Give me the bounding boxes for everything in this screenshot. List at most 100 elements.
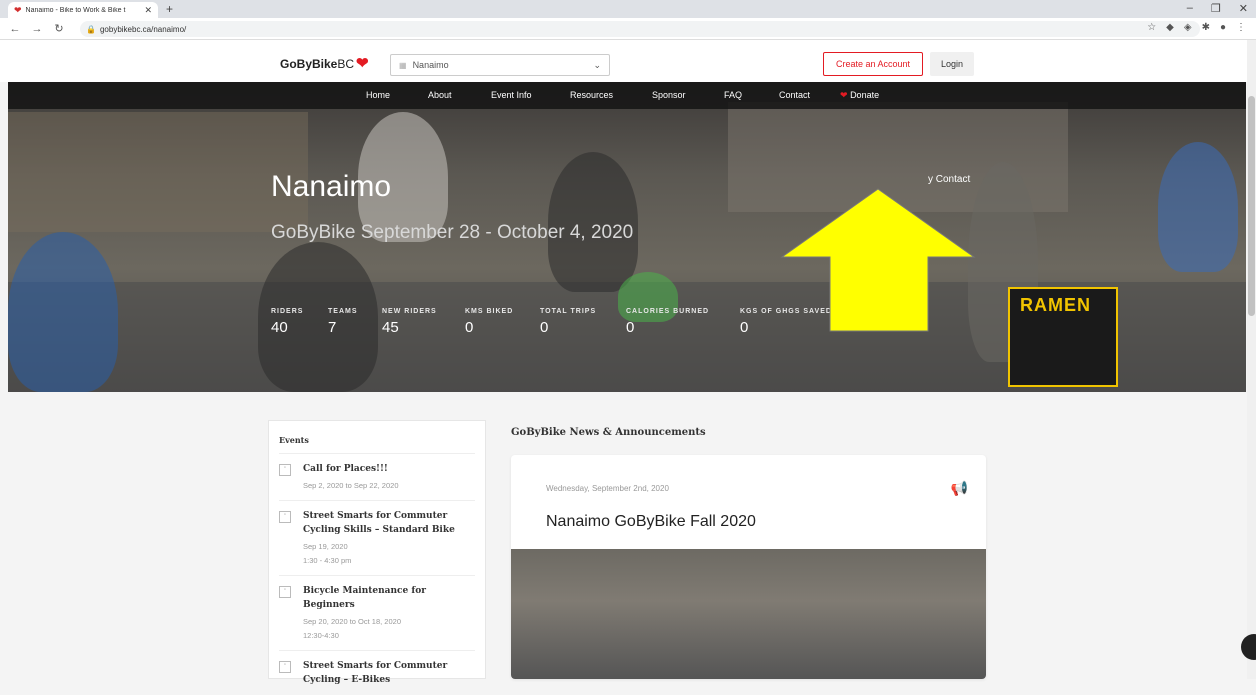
- logo-suffix: BC: [337, 57, 355, 71]
- event-item[interactable]: ▫ Bicycle Maintenance for Beginners Sep …: [279, 576, 475, 651]
- event-title[interactable]: Street Smarts for Commuter Cycling Skill…: [303, 509, 475, 537]
- nav-about[interactable]: About: [428, 90, 452, 100]
- event-title[interactable]: Street Smarts for Commuter Cycling – E-B…: [303, 659, 475, 687]
- ramen-sign-text: RAMEN: [1020, 295, 1091, 315]
- back-icon[interactable]: ←: [8, 23, 22, 35]
- scrollbar-thumb[interactable]: [1248, 96, 1255, 316]
- stat-value: 45: [382, 319, 399, 336]
- stat-riders: RIDERS 40: [271, 308, 303, 336]
- event-date: Sep 2, 2020 to Sep 22, 2020: [303, 481, 399, 490]
- forward-icon[interactable]: →: [30, 23, 44, 35]
- city-select[interactable]: ▦ Nanaimo ⌄: [390, 54, 610, 76]
- menu-icon[interactable]: ⋮: [1236, 22, 1246, 33]
- stat-label: KMS BIKED: [465, 308, 514, 315]
- lock-icon: 🔒: [86, 24, 96, 34]
- ramen-sign: RAMEN: [1008, 287, 1118, 387]
- url-field[interactable]: 🔒 gobybikebc.ca/nanaimo/: [80, 21, 1200, 37]
- floating-chat-button[interactable]: [1241, 634, 1256, 660]
- stat-calories-burned: CALORIES BURNED 0: [626, 308, 709, 336]
- restore-icon[interactable]: ❐: [1211, 2, 1221, 15]
- extension-icon[interactable]: ◈: [1184, 22, 1192, 33]
- main-navigation: Home About Event Info Resources Sponsor …: [8, 82, 1246, 109]
- close-window-icon[interactable]: ✕: [1239, 2, 1248, 15]
- megaphone-icon: 📢: [950, 480, 968, 496]
- nav-donate-label: Donate: [850, 90, 880, 100]
- address-bar-row: ← → ↻ 🔒 gobybikebc.ca/nanaimo/ ☆ ◆ ◈ ✱ ●…: [0, 18, 1256, 40]
- nav-contact[interactable]: Contact: [779, 90, 810, 100]
- nav-resources[interactable]: Resources: [570, 90, 613, 100]
- event-time: 12:30-4:30: [303, 631, 339, 640]
- event-date: Sep 20, 2020 to Oct 18, 2020: [303, 617, 401, 626]
- yellow-arrow-annotation: [780, 188, 976, 332]
- stat-label: RIDERS: [271, 308, 304, 315]
- news-image[interactable]: [511, 549, 986, 679]
- event-time: 1:30 - 4:30 pm: [303, 556, 352, 565]
- new-tab-icon[interactable]: +: [166, 2, 173, 16]
- browser-tab[interactable]: ❤ Nanaimo - Bike to Work & Bike t ✕: [8, 2, 158, 18]
- site-header: GoByBikeBC ❤ ▦ Nanaimo ⌄ Create an Accoun…: [0, 40, 1256, 82]
- news-title[interactable]: Nanaimo GoByBike Fall 2020: [546, 513, 756, 531]
- events-heading: Events: [279, 435, 475, 454]
- event-title[interactable]: Bicycle Maintenance for Beginners: [303, 584, 475, 612]
- calendar-icon: ▫: [279, 586, 291, 598]
- tab-title: Nanaimo - Bike to Work & Bike t: [25, 6, 126, 14]
- nav-faq[interactable]: FAQ: [724, 90, 742, 100]
- login-button[interactable]: Login: [930, 52, 974, 76]
- extension-icon[interactable]: ◆: [1166, 22, 1174, 33]
- stat-value: 7: [328, 319, 337, 336]
- url-text: gobybikebc.ca/nanaimo/: [99, 24, 187, 34]
- news-heading: GoByBike News & Announcements: [511, 427, 706, 438]
- stat-label: NEW RIDERS: [382, 308, 437, 315]
- stat-value: 0: [465, 319, 474, 336]
- building-icon: ▦: [399, 60, 407, 70]
- calendar-icon: ▫: [279, 661, 291, 673]
- news-date: Wednesday, September 2nd, 2020: [546, 484, 669, 493]
- page-title: Nanaimo: [271, 170, 392, 203]
- hero-banner: RAMEN Home About Event Info Resources Sp…: [8, 82, 1246, 392]
- logo-text: GoByBike: [280, 57, 338, 71]
- page-scrollbar[interactable]: [1247, 40, 1256, 679]
- site-logo[interactable]: GoByBikeBC ❤: [280, 54, 369, 72]
- news-card[interactable]: Wednesday, September 2nd, 2020 📢 Nanaimo…: [511, 455, 986, 679]
- event-title[interactable]: Call for Places!!!: [303, 462, 399, 476]
- close-tab-icon[interactable]: ✕: [144, 5, 152, 16]
- stat-label: TOTAL TRIPS: [540, 308, 597, 315]
- event-item[interactable]: ▫ Call for Places!!! Sep 2, 2020 to Sep …: [279, 454, 475, 501]
- nav-event-info[interactable]: Event Info: [491, 90, 532, 100]
- nav-donate[interactable]: ❤ Donate: [840, 90, 879, 101]
- star-icon[interactable]: ☆: [1147, 22, 1156, 33]
- event-item[interactable]: ▫ Street Smarts for Commuter Cycling Ski…: [279, 501, 475, 576]
- stat-value: 40: [271, 319, 288, 336]
- stat-total-trips: TOTAL TRIPS 0: [540, 308, 596, 336]
- event-item[interactable]: ▫ Street Smarts for Commuter Cycling – E…: [279, 651, 475, 695]
- events-panel: Events ▫ Call for Places!!! Sep 2, 2020 …: [268, 420, 486, 685]
- stat-label: TEAMS: [328, 308, 358, 315]
- stat-new-riders: NEW RIDERS 45: [382, 308, 437, 336]
- minimize-icon[interactable]: –: [1187, 2, 1193, 15]
- hero-rider-figure: [1158, 142, 1238, 272]
- hero-rider-figure: [8, 232, 118, 392]
- window-controls: – ❐ ✕: [1187, 2, 1248, 15]
- stat-value: 0: [540, 319, 549, 336]
- chevron-down-icon: ⌄: [593, 59, 601, 70]
- hero-background-building: [8, 112, 308, 232]
- create-account-button[interactable]: Create an Account: [823, 52, 923, 76]
- nav-home[interactable]: Home: [366, 90, 390, 100]
- heart-icon: ❤: [840, 90, 848, 100]
- reload-icon[interactable]: ↻: [52, 22, 66, 35]
- city-select-value: Nanaimo: [412, 60, 449, 70]
- puzzle-icon[interactable]: ✱: [1202, 22, 1210, 33]
- profile-icon[interactable]: ●: [1220, 22, 1226, 33]
- stat-label: CALORIES BURNED: [626, 308, 710, 315]
- calendar-icon: ▫: [279, 511, 291, 523]
- stat-teams: TEAMS 7: [328, 308, 358, 336]
- stat-kms-biked: KMS BIKED 0: [465, 308, 513, 336]
- stat-value: 0: [626, 319, 635, 336]
- event-date: Sep 19, 2020: [303, 542, 348, 551]
- heart-favicon-icon: ❤: [14, 4, 22, 15]
- extension-icons: ☆ ◆ ◈ ✱ ● ⋮: [1147, 22, 1246, 33]
- calendar-icon: ▫: [279, 464, 291, 476]
- nav-sponsor[interactable]: Sponsor: [652, 90, 686, 100]
- heart-logo-icon: ❤: [356, 55, 369, 72]
- contact-text-fragment: y Contact: [928, 174, 971, 185]
